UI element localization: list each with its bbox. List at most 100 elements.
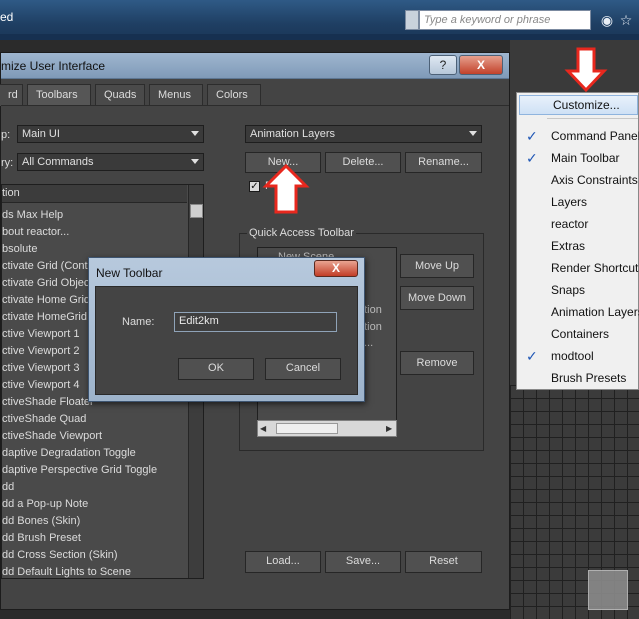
dialog-title: mize User Interface — [1, 59, 106, 73]
list-item[interactable]: ctiveShade Viewport — [2, 428, 102, 445]
list-item[interactable]: ctivate HomeGrid ( — [2, 309, 94, 326]
tab-menus[interactable]: Menus — [149, 84, 203, 106]
name-label: Name: — [122, 316, 155, 328]
menu-item-layers[interactable]: Layers — [517, 191, 639, 213]
list-item[interactable]: ctive Viewport 1 — [2, 326, 79, 343]
search-input[interactable]: Type a keyword or phrase — [419, 10, 591, 30]
menu-item-label: Axis Constraints — [551, 173, 638, 187]
save-button[interactable]: Save... — [325, 551, 401, 573]
list-item[interactable]: ctiveShade Quad — [2, 411, 86, 428]
close-button[interactable]: X — [459, 55, 503, 75]
list-item[interactable]: dd a Pop-up Note — [2, 496, 88, 513]
new-toolbar-body: Name: Edit2km OK Cancel — [95, 286, 358, 395]
menu-item-animation-layers[interactable]: Animation Layers — [517, 301, 639, 323]
action-column-header: tion — [2, 187, 20, 199]
list-item[interactable]: ctive Viewport 2 — [2, 343, 79, 360]
list-item[interactable]: ctive Viewport 3 — [2, 360, 79, 377]
menu-item-containers[interactable]: Containers — [517, 323, 639, 345]
new-toolbar-button[interactable]: New... — [245, 152, 321, 173]
floater-checkbox[interactable]: ✓ — [249, 181, 260, 192]
binoculars-icon[interactable]: ◉ — [598, 11, 616, 29]
menu-item-axis-constraints[interactable]: Axis Constraints — [517, 169, 639, 191]
ok-button[interactable]: OK — [178, 358, 254, 380]
menu-item-command-panel[interactable]: ✓ Command Panel — [517, 125, 639, 147]
list-item[interactable]: ctivate Grid Object — [2, 275, 92, 292]
menu-item-modtool[interactable]: ✓ modtool — [517, 345, 639, 367]
list-item[interactable]: ctive Viewport 4 — [2, 377, 79, 394]
dialog-titlebar[interactable]: mize User Interface ? X — [1, 53, 509, 79]
menu-item-main-toolbar[interactable]: ✓ Main Toolbar — [517, 147, 639, 169]
quick-access-hscrollbar[interactable]: ◀ ▶ — [257, 420, 397, 437]
toolbar-name-input[interactable]: Edit2km — [174, 312, 337, 332]
rename-toolbar-button[interactable]: Rename... — [405, 152, 482, 173]
list-item[interactable]: dd Default Lights to Scene — [2, 564, 131, 578]
list-item[interactable]: daptive Degradation Toggle — [2, 445, 136, 462]
menu-item-extras[interactable]: Extras — [517, 235, 639, 257]
menu-item-render-shortcuts[interactable]: Render Shortcuts — [517, 257, 639, 279]
tab-quads[interactable]: Quads — [95, 84, 145, 106]
list-item[interactable]: ctivate Home Grid — [2, 292, 90, 309]
list-item[interactable]: dd — [2, 479, 14, 496]
list-item[interactable]: dd Brush Preset — [2, 530, 81, 547]
list-item[interactable]: ... — [364, 337, 373, 349]
group-select-value: Main UI — [22, 128, 60, 140]
list-item[interactable]: ds Max Help — [2, 207, 63, 224]
list-item[interactable]: bsolute — [2, 241, 37, 258]
menu-item-label: Snaps — [551, 283, 586, 297]
menu-item-label: Brush Presets — [551, 371, 627, 385]
cancel-button[interactable]: Cancel — [265, 358, 341, 380]
move-down-button[interactable]: Move Down — [400, 286, 474, 310]
menu-item-label: Render Shortcuts — [551, 261, 639, 275]
new-toolbar-title: New Toolbar — [96, 266, 163, 280]
checkmark-icon: ✓ — [526, 150, 538, 166]
toolbar-select-value: Animation Layers — [250, 128, 335, 140]
list-item[interactable]: ctiveShade Floater — [2, 394, 94, 411]
menu-item-label: Animation Layers — [551, 305, 639, 319]
tab-keyboard[interactable]: rd — [0, 84, 23, 106]
list-item[interactable]: daptive Perspective Grid Toggle — [2, 462, 157, 479]
new-toolbar-dialog: New Toolbar X Name: Edit2km OK Cancel — [88, 257, 365, 402]
menu-item-reactor[interactable]: reactor — [517, 213, 639, 235]
move-up-button[interactable]: Move Up — [400, 254, 474, 278]
menu-item-customize[interactable]: Customize... — [519, 95, 638, 115]
list-item[interactable]: dd Cross Section (Skin) — [2, 547, 118, 564]
scrollbar-thumb[interactable] — [190, 204, 203, 218]
toolbar-select[interactable]: Animation Layers — [245, 125, 482, 143]
tab-toolbars[interactable]: Toolbars — [27, 84, 91, 106]
list-item[interactable]: ctivate Grid (Conte — [2, 258, 94, 275]
group-select[interactable]: Main UI — [17, 125, 204, 143]
star-icon[interactable]: ☆ — [617, 11, 635, 29]
tab-colors[interactable]: Colors — [207, 84, 261, 106]
menu-item-label: Customize... — [553, 98, 620, 112]
remove-button[interactable]: Remove — [400, 351, 474, 375]
viewcube-icon[interactable] — [588, 570, 628, 610]
scroll-left-icon[interactable]: ◀ — [260, 424, 266, 433]
menu-item-snaps[interactable]: Snaps — [517, 279, 639, 301]
chevron-down-icon — [469, 131, 477, 136]
menu-item-label: Extras — [551, 239, 586, 253]
category-select[interactable]: All Commands — [17, 153, 204, 171]
menu-item-brush-presets[interactable]: Brush Presets — [517, 367, 639, 389]
app-title-text: ed — [0, 10, 14, 24]
list-item[interactable]: dd Bones (Skin) — [2, 513, 80, 530]
help-button[interactable]: ? — [429, 55, 457, 75]
chevron-down-icon — [191, 131, 199, 136]
load-button[interactable]: Load... — [245, 551, 321, 573]
scrollbar-thumb[interactable] — [276, 423, 338, 434]
search-scope-icon[interactable] — [405, 10, 419, 30]
category-label: ry: — [1, 157, 14, 169]
chevron-down-icon — [191, 159, 199, 164]
list-item[interactable]: bout reactor... — [2, 224, 69, 241]
category-select-value: All Commands — [22, 156, 94, 168]
scroll-right-icon[interactable]: ▶ — [386, 424, 392, 433]
checkmark-icon: ✓ — [526, 348, 538, 364]
delete-toolbar-button[interactable]: Delete... — [325, 152, 401, 173]
checkmark-icon: ✓ — [526, 128, 538, 144]
close-button[interactable]: X — [314, 260, 358, 277]
action-list-header[interactable]: tion — [2, 185, 187, 203]
group-label: p: — [1, 129, 11, 141]
menu-item-label: Command Panel — [551, 129, 639, 143]
menu-item-label: reactor — [551, 217, 589, 231]
reset-button[interactable]: Reset — [405, 551, 482, 573]
menu-divider — [547, 118, 638, 119]
